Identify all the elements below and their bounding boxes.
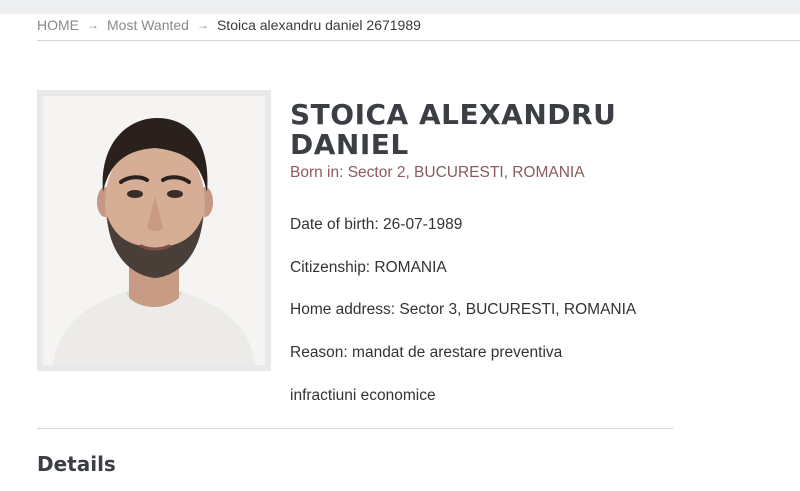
offense: infractiuni economice: [290, 387, 436, 404]
profile-photo-frame: [37, 90, 271, 371]
page-title: STOICA ALEXANDRU DANIEL: [290, 98, 617, 161]
citizenship: Citizenship: ROMANIA: [290, 259, 447, 276]
breadcrumb: HOME → Most Wanted → Stoica alexandru da…: [37, 17, 421, 33]
profile-photo: [43, 96, 265, 365]
divider: [37, 428, 673, 429]
home-address: Home address: Sector 3, BUCURESTI, ROMAN…: [290, 301, 637, 318]
arrow-right-icon: →: [87, 18, 99, 32]
details-heading: Details: [37, 452, 116, 476]
breadcrumb-current: Stoica alexandru daniel 2671989: [216, 17, 421, 33]
arrow-right-icon: →: [196, 18, 209, 32]
breadcrumb-home-link[interactable]: HOME: [37, 17, 79, 33]
birth-place: Born in: Sector 2, BUCURESTI, ROMANIA: [290, 164, 585, 181]
divider: [37, 40, 800, 41]
reason: Reason: mandat de arestare preventiva: [290, 344, 563, 361]
breadcrumb-most-wanted-link[interactable]: Most Wanted: [107, 17, 189, 33]
top-bar: [0, 0, 800, 14]
date-of-birth: Date of birth: 26-07-1989: [290, 216, 463, 233]
